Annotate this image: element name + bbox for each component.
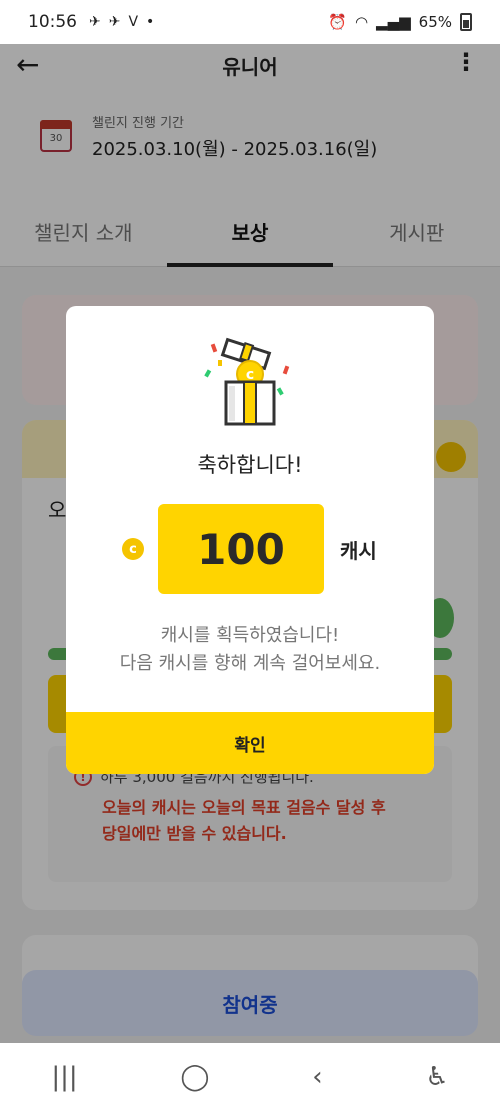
reward-amount-row: c 100 캐시 [122, 504, 402, 594]
notification-icons: ✈ ✈ V • [89, 14, 154, 30]
reward-unit: 캐시 [340, 538, 377, 563]
back-icon[interactable]: ‹ [312, 1062, 322, 1092]
cash-coin-icon: c [122, 538, 144, 560]
confirm-button[interactable]: 확인 [66, 712, 434, 774]
accessibility-icon[interactable]: ♿ [425, 1062, 448, 1092]
notification-icon: ✈ [108, 14, 121, 30]
wifi-icon: ◠ [354, 13, 369, 31]
status-time: 10:56 [28, 12, 77, 32]
signal-icon: ▂▄▆ [376, 13, 411, 31]
recents-icon[interactable]: ||| [51, 1062, 77, 1092]
battery-percent: 65% [418, 13, 452, 31]
system-nav-bar: ||| ◯ ‹ ♿ [0, 1043, 500, 1111]
dialog-message: 캐시를 획득하였습니다! 다음 캐시를 향해 계속 걸어보세요. [66, 622, 434, 678]
status-bar: 10:56 ✈ ✈ V • ⏰ ◠ ▂▄▆ 65% [0, 0, 500, 44]
dialog-title: 축하합니다! [197, 453, 303, 477]
dialog-message-line1: 캐시를 획득하였습니다! [160, 625, 340, 646]
notification-icon: ✈ [89, 14, 101, 30]
more-notifications-dot: • [146, 14, 155, 30]
notification-icon: V [128, 14, 139, 30]
battery-icon [460, 13, 472, 31]
alarm-icon: ⏰ [328, 13, 347, 31]
gift-box-icon: c [204, 337, 290, 426]
dialog-message-line2: 다음 캐시를 향해 계속 걸어보세요. [119, 653, 381, 674]
reward-amount: 100 [158, 504, 324, 594]
reward-dialog: c 축하합니다! c 100 캐시 캐시를 획득하였습니다! 다음 캐시를 향해… [66, 306, 434, 774]
system-icons: ⏰ ◠ ▂▄▆ 65% [328, 13, 472, 31]
home-icon[interactable]: ◯ [180, 1062, 209, 1092]
